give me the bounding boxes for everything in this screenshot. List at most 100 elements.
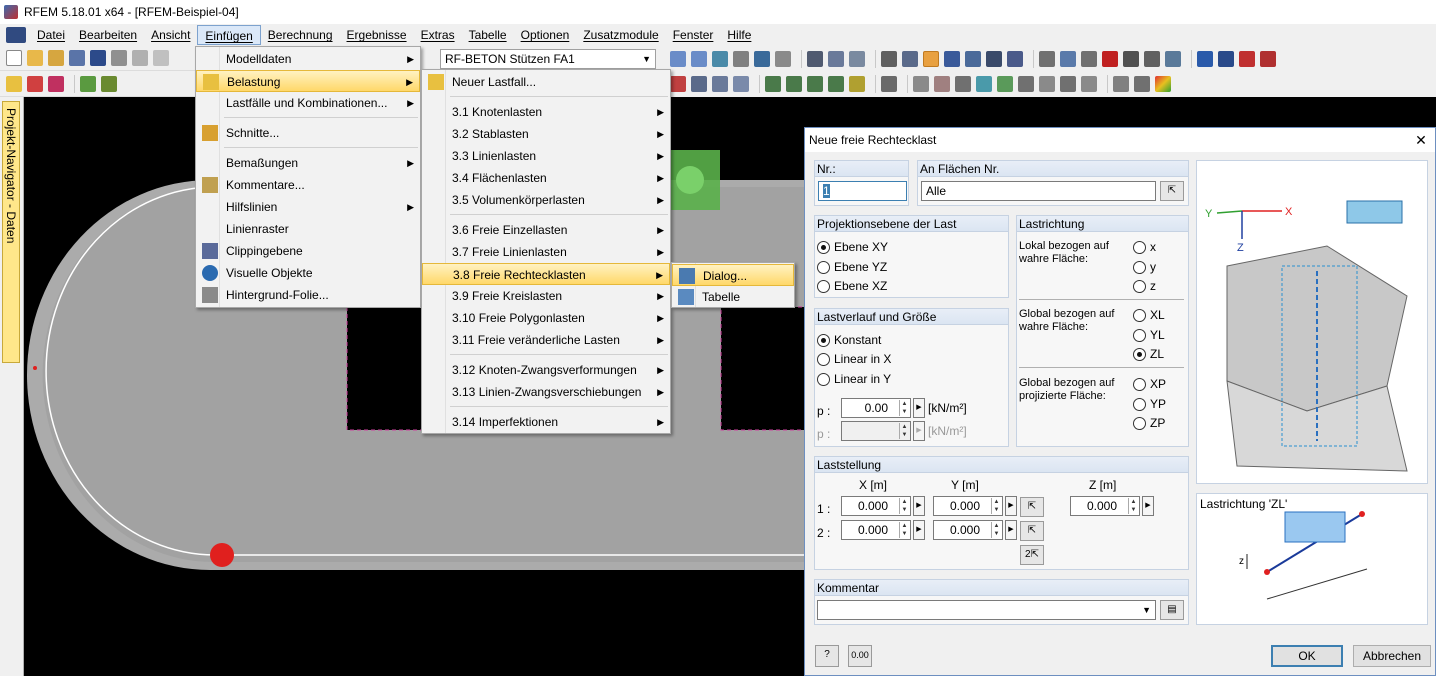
- solid-icon[interactable]: [997, 76, 1013, 92]
- document-system-icon[interactable]: [6, 27, 26, 43]
- calculate-icon[interactable]: [807, 50, 823, 67]
- menu-item-modelldaten[interactable]: Modelldaten ▶: [196, 48, 420, 70]
- radio-z[interactable]: z: [1133, 278, 1156, 294]
- menu-item-bemassungen[interactable]: Bemaßungen ▶: [196, 152, 420, 174]
- y1-menu-arrow-icon[interactable]: ▶: [1005, 496, 1017, 516]
- show-results-icon[interactable]: [712, 50, 728, 67]
- radio-xl[interactable]: XL: [1133, 307, 1165, 323]
- x2-menu-arrow-icon[interactable]: ▶: [913, 520, 925, 540]
- previous-loadcase-icon[interactable]: [670, 50, 686, 67]
- radio-ebene-xz[interactable]: Ebene XZ: [817, 278, 887, 294]
- dimension-icon[interactable]: [913, 76, 929, 92]
- menu-item-clippingebene[interactable]: Clippingebene: [196, 240, 420, 262]
- pick-point1-icon[interactable]: ⇱: [1020, 497, 1044, 517]
- menu-item-knotenlasten[interactable]: 3.1 Knotenlasten ▶: [422, 101, 670, 123]
- menu-ergebnisse[interactable]: Ergebnisse: [340, 25, 414, 45]
- units-decimals-button[interactable]: 0.00: [848, 645, 872, 667]
- z1-menu-arrow-icon[interactable]: ▶: [1142, 496, 1154, 516]
- column-node[interactable]: [676, 166, 704, 194]
- y2-menu-arrow-icon[interactable]: ▶: [1005, 520, 1017, 540]
- menu-item-freie-linienlasten[interactable]: 3.7 Freie Linienlasten ▶: [422, 241, 670, 263]
- kommentar-input[interactable]: ▼: [817, 600, 1156, 620]
- radio-linear-y[interactable]: Linear in Y: [817, 371, 891, 387]
- menu-bearbeiten[interactable]: Bearbeiten: [72, 25, 144, 45]
- node-icon[interactable]: [6, 75, 22, 92]
- open-folder-icon[interactable]: [27, 50, 43, 66]
- visibility-icon[interactable]: [1081, 76, 1097, 92]
- menu-item-linienlasten[interactable]: 3.3 Linienlasten ▶: [422, 145, 670, 167]
- cursor-icon[interactable]: [944, 50, 960, 67]
- spin-arrows-icon[interactable]: ▲ ▼: [899, 400, 909, 416]
- pdf-icon[interactable]: [1239, 50, 1255, 67]
- menu-item-volumenkoerperlasten[interactable]: 3.5 Volumenkörperlasten ▶: [422, 189, 670, 211]
- ok-button[interactable]: OK: [1271, 645, 1343, 667]
- x1-input[interactable]: 0.000 ▲ ▼: [841, 496, 911, 516]
- move-icon[interactable]: [965, 50, 981, 67]
- menu-item-hilfslinien[interactable]: Hilfslinien ▶: [196, 196, 420, 218]
- cancel-button[interactable]: Abbrechen: [1353, 645, 1431, 667]
- menu-item-knoten-zwangsverformungen[interactable]: 3.12 Knoten-Zwangsverformungen ▶: [422, 359, 670, 381]
- report-icon[interactable]: [1260, 50, 1276, 67]
- menu-datei[interactable]: Datei: [30, 25, 72, 45]
- copy-icon[interactable]: [986, 50, 1002, 67]
- export-icon[interactable]: [1197, 50, 1213, 67]
- spin-arrows-icon[interactable]: ▲ ▼: [991, 522, 1001, 538]
- flaechen-input[interactable]: Alle: [921, 181, 1156, 201]
- zoom-all-icon[interactable]: [691, 76, 707, 92]
- support-icon[interactable]: [80, 75, 96, 92]
- pick-two-points-icon[interactable]: 2⇱: [1020, 545, 1044, 565]
- menu-optionen[interactable]: Optionen: [514, 25, 577, 45]
- z1-input[interactable]: 0.000 ▲ ▼: [1070, 496, 1140, 516]
- module-icon[interactable]: [1165, 50, 1181, 67]
- grid-snap-icon[interactable]: [902, 50, 918, 67]
- menu-item-freie-rechtecklasten[interactable]: 3.8 Freie Rechtecklasten ▶: [422, 263, 670, 285]
- settings-icon[interactable]: [1123, 50, 1139, 67]
- comment-library-icon[interactable]: ▤: [1160, 600, 1184, 620]
- radio-yp[interactable]: YP: [1133, 396, 1166, 412]
- menu-item-lastfaelle[interactable]: Lastfälle und Kombinationen... ▶: [196, 92, 420, 114]
- render-icon[interactable]: [881, 76, 897, 92]
- clip-icon[interactable]: [1039, 76, 1055, 92]
- menu-item-dialog[interactable]: Dialog...: [672, 264, 794, 286]
- menu-item-stablasten[interactable]: 3.2 Stablasten ▶: [422, 123, 670, 145]
- radio-ebene-xy[interactable]: Ebene XY: [817, 239, 888, 255]
- menu-item-tabelle[interactable]: Tabelle: [672, 286, 794, 308]
- menu-einfuegen[interactable]: Einfügen: [197, 25, 261, 45]
- view-3d-icon[interactable]: [712, 76, 728, 92]
- menu-hilfe[interactable]: Hilfe: [720, 25, 758, 45]
- menu-item-flaechenlasten[interactable]: 3.4 Flächenlasten ▶: [422, 167, 670, 189]
- p2-input[interactable]: ▲ ▼: [841, 421, 911, 441]
- menu-item-linienraster[interactable]: Linienraster: [196, 218, 420, 240]
- pick-surface-icon[interactable]: ⇱: [1160, 181, 1184, 201]
- loadcase-combo[interactable]: RF-BETON Stützen FA1 ▼: [440, 49, 656, 69]
- p-menu-arrow-icon[interactable]: ▶: [913, 398, 925, 418]
- coordinate-icon[interactable]: [955, 76, 971, 92]
- menu-item-freie-kreislasten[interactable]: 3.9 Freie Kreislasten ▶: [422, 285, 670, 307]
- menu-item-hintergrund-folie[interactable]: Hintergrund-Folie...: [196, 284, 420, 306]
- tool-icon[interactable]: [1144, 50, 1160, 67]
- menu-item-linien-zwangsverschiebungen[interactable]: 3.13 Linien-Zwangsverschiebungen ▶: [422, 381, 670, 403]
- radio-ebene-yz[interactable]: Ebene YZ: [817, 259, 887, 275]
- selected-node[interactable]: [210, 543, 234, 567]
- print-report-icon[interactable]: [132, 50, 148, 66]
- wireframe-icon[interactable]: [849, 76, 865, 92]
- table-icon[interactable]: [828, 50, 844, 67]
- grid-icon[interactable]: [849, 50, 865, 67]
- new-file-icon[interactable]: [6, 50, 22, 66]
- orbit-icon[interactable]: [1060, 50, 1076, 67]
- line-icon[interactable]: [27, 75, 43, 92]
- menu-berechnung[interactable]: Berechnung: [261, 25, 340, 45]
- display-icon[interactable]: [1134, 76, 1150, 92]
- menu-item-freie-polygonlasten[interactable]: 3.10 Freie Polygonlasten ▶: [422, 307, 670, 329]
- open-model-icon[interactable]: [48, 50, 64, 66]
- section-icon[interactable]: [1018, 76, 1034, 92]
- view-neg-icon[interactable]: [828, 76, 844, 92]
- radio-zp[interactable]: ZP: [1133, 415, 1165, 431]
- measure-icon[interactable]: [1039, 50, 1055, 67]
- hinge-icon[interactable]: [101, 75, 117, 92]
- project-navigator-tab[interactable]: Projekt-Navigator - Daten: [0, 97, 24, 676]
- x2-input[interactable]: 0.000 ▲ ▼: [841, 520, 911, 540]
- values-max-icon[interactable]: [775, 50, 791, 67]
- save-block-icon[interactable]: [69, 50, 85, 66]
- menu-item-neuer-lastfall[interactable]: Neuer Lastfall...: [422, 71, 670, 93]
